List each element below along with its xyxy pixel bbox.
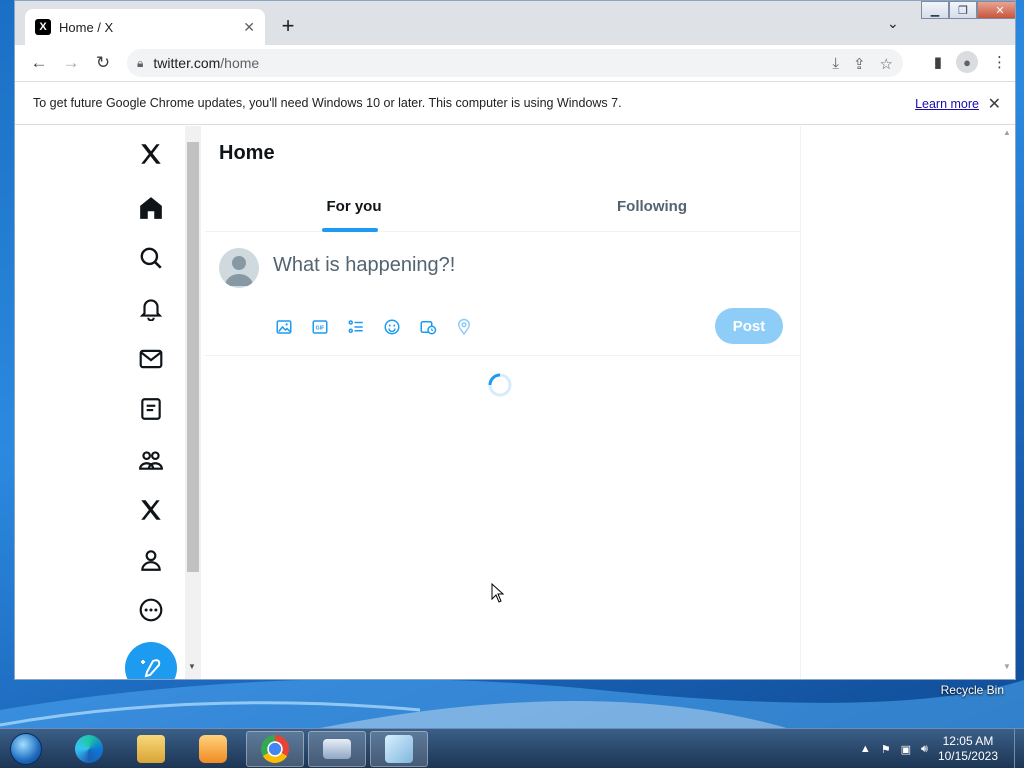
minimize-button[interactable]: ▁ <box>921 1 949 19</box>
post-button[interactable]: Post <box>715 308 783 344</box>
tab-for-you[interactable]: For you <box>205 180 503 232</box>
taskbar-edge[interactable] <box>60 731 118 767</box>
url-path: /home <box>220 55 260 71</box>
share-icon[interactable]: ⇪ <box>853 55 866 73</box>
star-icon[interactable]: ☆ <box>880 55 893 73</box>
edge-icon <box>75 735 103 763</box>
post-composer: GIF Post <box>205 232 801 356</box>
x-sidebar <box>119 126 183 679</box>
compose-toolbar: GIF <box>273 316 475 338</box>
chrome-icon <box>261 735 289 763</box>
svg-text:GIF: GIF <box>316 325 326 331</box>
more-circle-icon[interactable] <box>135 594 167 626</box>
close-window-button[interactable]: ✕ <box>977 1 1015 19</box>
tab-following[interactable]: Following <box>503 180 801 232</box>
taskbar-keyboard[interactable] <box>308 731 366 767</box>
maximize-button[interactable]: ❐ <box>949 1 977 19</box>
tab-title: Home / X <box>59 19 114 35</box>
tab-for-you-label: For you <box>326 197 382 215</box>
x-page: ▼ Home For you Following What is happeni… <box>15 126 1015 679</box>
home-icon[interactable] <box>135 192 167 224</box>
taskbar-notepad[interactable] <box>370 731 428 767</box>
media-player-icon <box>199 735 227 763</box>
system-tray: ▲ ⚑ ▣ 🔊︎ 12:05 AM 10/15/2023 <box>860 729 1016 768</box>
recycle-bin-label[interactable]: Recycle Bin <box>941 683 1004 697</box>
compose-post-button[interactable] <box>125 642 177 679</box>
action-center-icon[interactable]: ⚑ <box>881 743 891 756</box>
lists-icon[interactable] <box>135 393 167 425</box>
forward-button[interactable]: → <box>55 53 87 73</box>
show-desktop-button[interactable] <box>1014 729 1024 768</box>
page-scrollbar[interactable]: ▲ ▼ <box>999 126 1015 679</box>
bell-icon[interactable] <box>135 292 167 324</box>
compose-input[interactable] <box>273 254 713 277</box>
volume-icon[interactable]: 🔊︎ <box>921 743 928 756</box>
back-button[interactable]: ← <box>23 53 55 73</box>
tab-following-label: Following <box>617 197 687 215</box>
profile-nav-icon[interactable] <box>135 544 167 576</box>
x-logo-icon[interactable] <box>135 138 167 170</box>
clock-date: 10/15/2023 <box>937 749 998 763</box>
scroll-down-arrow-icon[interactable]: ▼ <box>1003 662 1011 671</box>
clock-time: 12:05 AM <box>942 734 994 748</box>
poll-icon[interactable] <box>345 316 367 338</box>
reload-button[interactable]: ↻ <box>87 53 119 73</box>
x-premium-icon[interactable] <box>135 494 167 526</box>
location-icon[interactable] <box>453 316 475 338</box>
x-favicon-icon: X <box>35 19 51 35</box>
windows-orb-icon <box>10 733 42 765</box>
new-tab-button[interactable]: + <box>277 13 299 39</box>
sidebar-scrollbar-thumb[interactable] <box>187 142 199 572</box>
mouse-cursor-icon <box>491 583 505 603</box>
install-app-icon[interactable]: ⤓ <box>832 55 839 73</box>
profile-icon[interactable]: ● <box>956 51 978 73</box>
update-infobar: To get future Google Chrome updates, you… <box>15 81 1015 125</box>
window-controls: ▁ ❐ ✕ <box>921 1 1015 19</box>
system-clock[interactable]: 12:05 AM 10/15/2023 <box>938 734 998 764</box>
kebab-menu-icon[interactable]: ⋮ <box>992 53 1007 71</box>
image-icon[interactable] <box>273 316 295 338</box>
keyboard-icon <box>323 739 351 759</box>
communities-icon[interactable] <box>135 444 167 476</box>
page-title: Home <box>219 142 275 164</box>
schedule-icon[interactable] <box>417 316 439 338</box>
browser-toolbar: ← → ↻ 🔒︎ twitter.com/home ⤓ ⇪ ☆ ▮ ● ⋮ <box>15 45 1015 81</box>
scroll-down-arrow-icon[interactable]: ▼ <box>188 662 196 671</box>
sidebar-scrollbar[interactable]: ▼ <box>185 126 201 679</box>
windows-taskbar: ▲ ⚑ ▣ 🔊︎ 12:05 AM 10/15/2023 <box>0 728 1024 768</box>
tab-close-icon[interactable]: ✕ <box>243 19 255 36</box>
side-panel-icon[interactable]: ▮ <box>934 53 942 71</box>
taskbar-chrome[interactable] <box>246 731 304 767</box>
gif-icon[interactable]: GIF <box>309 316 331 338</box>
notepad-icon <box>385 735 413 763</box>
infobar-message: To get future Google Chrome updates, you… <box>33 96 622 110</box>
taskbar-media-player[interactable] <box>184 731 242 767</box>
lock-icon[interactable]: 🔒︎ <box>137 56 143 71</box>
tab-strip: X Home / X ✕ + ⌄ ▁ ❐ ✕ <box>15 1 1015 45</box>
mail-icon[interactable] <box>135 343 167 375</box>
chrome-window: X Home / X ✕ + ⌄ ▁ ❐ ✕ ← → ↻ 🔒︎ twitter.… <box>14 0 1016 680</box>
emoji-icon[interactable] <box>381 316 403 338</box>
address-bar[interactable]: 🔒︎ twitter.com/home ⤓ ⇪ ☆ <box>127 49 903 77</box>
taskbar-explorer[interactable] <box>122 731 180 767</box>
tab-search-chevron-icon[interactable]: ⌄ <box>887 15 899 32</box>
compose-icon <box>141 659 161 678</box>
network-icon[interactable]: ▣ <box>901 743 911 756</box>
timeline-tabs: For you Following <box>205 180 801 232</box>
browser-tab-active[interactable]: X Home / X ✕ <box>25 9 265 45</box>
url-host: twitter.com <box>153 55 221 71</box>
explorer-icon <box>137 735 165 763</box>
loading-spinner-icon <box>488 373 512 397</box>
show-hidden-icons-icon[interactable]: ▲ <box>860 743 871 755</box>
learn-more-link[interactable]: Learn more <box>915 97 979 111</box>
close-infobar-icon[interactable]: ✕ <box>988 94 1001 114</box>
start-button[interactable] <box>6 731 46 767</box>
avatar[interactable] <box>219 248 259 288</box>
scroll-up-arrow-icon[interactable]: ▲ <box>1003 128 1011 137</box>
search-icon[interactable] <box>135 242 167 274</box>
